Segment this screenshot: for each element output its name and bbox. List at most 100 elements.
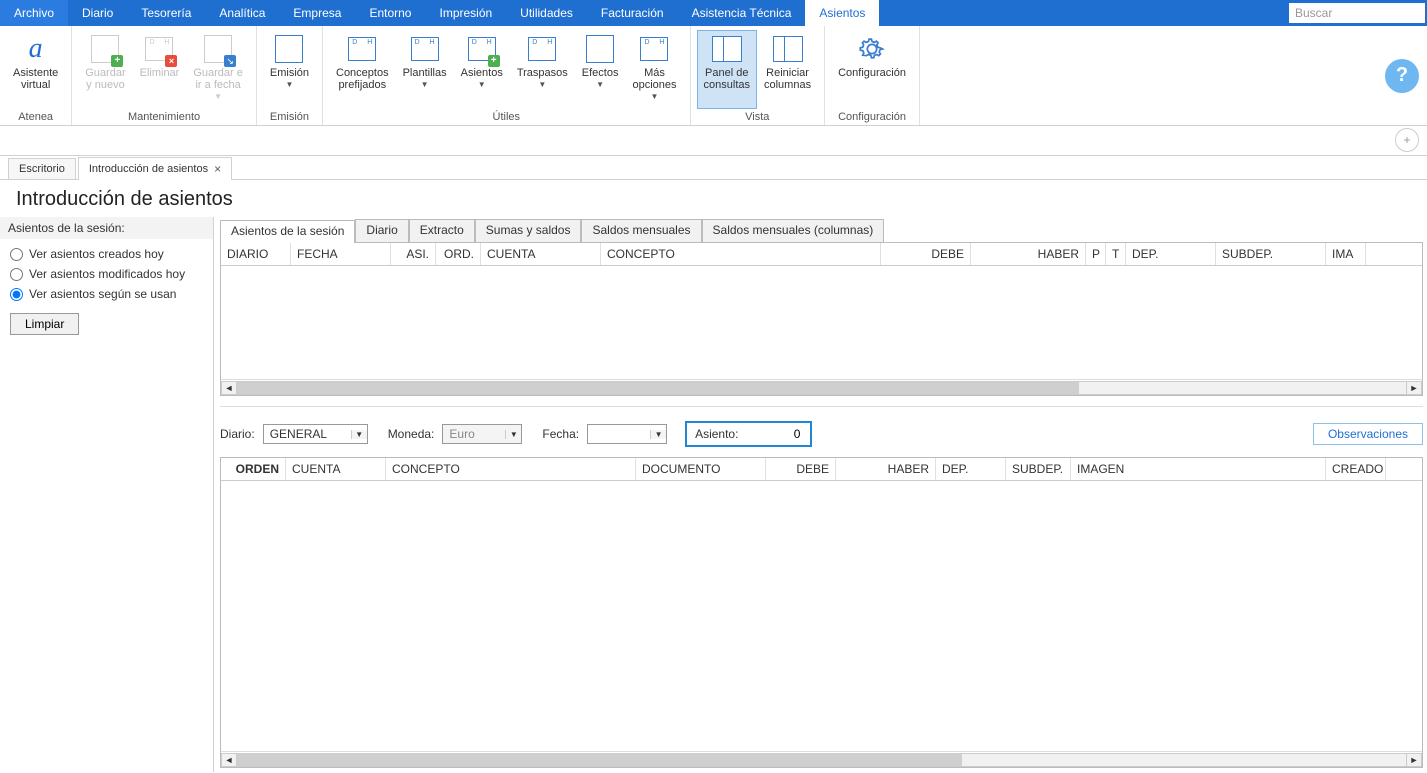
menu-anal-tica[interactable]: Analítica — [205, 0, 279, 26]
traspasos-button[interactable]: DHTraspasos▼ — [510, 30, 575, 109]
emision-button[interactable]: Emisión▼ — [263, 30, 316, 109]
add-tab-icon[interactable]: + — [1395, 128, 1419, 152]
entry-grid-hscroll[interactable]: ◄ ► — [221, 751, 1422, 767]
inner-tab[interactable]: Saldos mensuales — [581, 219, 701, 242]
plantillas-label: Plantillas — [403, 67, 447, 79]
menu-diario[interactable]: Diario — [68, 0, 127, 26]
guardar-ir-fecha-label: Guardar eir a fecha — [193, 67, 243, 91]
column-header[interactable]: CONCEPTO — [386, 458, 636, 480]
configuracion-icon — [856, 33, 888, 65]
column-header[interactable]: SUBDEP. — [1216, 243, 1326, 265]
session-grid-header: DIARIOFECHAASI.ORD.CUENTACONCEPTODEBEHAB… — [221, 243, 1422, 266]
plantillas-button[interactable]: DHPlantillas▼ — [396, 30, 454, 109]
panel-consultas-label: Panel deconsultas — [704, 67, 750, 91]
column-header[interactable]: DEP. — [1126, 243, 1216, 265]
moneda-combo[interactable]: Euro ▼ — [442, 424, 522, 444]
efectos-button[interactable]: Efectos▼ — [575, 30, 626, 109]
menu-empresa[interactable]: Empresa — [279, 0, 355, 26]
column-header[interactable]: CREADO — [1326, 458, 1386, 480]
column-header[interactable]: DEBE — [881, 243, 971, 265]
workspace-tab[interactable]: Introducción de asientos× — [78, 157, 232, 180]
inner-tab[interactable]: Extracto — [409, 219, 475, 242]
asientos-button[interactable]: DH+Asientos▼ — [454, 30, 510, 109]
column-header[interactable]: ASI. — [391, 243, 436, 265]
menu-asientos[interactable]: Asientos — [805, 0, 879, 26]
conceptos-prefijados-button[interactable]: DHConceptosprefijados — [329, 30, 396, 109]
radio-input[interactable] — [10, 248, 23, 261]
scroll-right-icon[interactable]: ► — [1406, 753, 1422, 767]
column-header[interactable]: DEBE — [766, 458, 836, 480]
asiento-field[interactable]: Asiento: — [685, 421, 812, 447]
menu-impresi-n[interactable]: Impresión — [425, 0, 506, 26]
filter-radio-1[interactable]: Ver asientos modificados hoy — [10, 267, 203, 281]
close-icon[interactable]: × — [214, 162, 221, 176]
column-header[interactable]: ORD. — [436, 243, 481, 265]
chevron-down-icon: ▼ — [478, 80, 486, 89]
column-header[interactable]: IMAGEN — [1071, 458, 1326, 480]
inner-tab[interactable]: Diario — [355, 219, 408, 242]
asistente-virtual-button[interactable]: aAsistentevirtual — [6, 30, 65, 109]
asistente-virtual-label: Asistentevirtual — [13, 67, 58, 91]
column-header[interactable]: DIARIO — [221, 243, 291, 265]
radio-input[interactable] — [10, 268, 23, 281]
observaciones-button[interactable]: Observaciones — [1313, 423, 1423, 445]
column-header[interactable]: DOCUMENTO — [636, 458, 766, 480]
menu-facturaci-n[interactable]: Facturación — [587, 0, 678, 26]
session-grid-hscroll[interactable]: ◄ ► — [221, 379, 1422, 395]
asistente-virtual-icon: a — [20, 33, 52, 65]
fecha-combo[interactable]: ▼ — [587, 424, 667, 444]
column-header[interactable]: HABER — [836, 458, 936, 480]
chevron-down-icon: ▼ — [538, 80, 546, 89]
efectos-icon — [584, 33, 616, 65]
diario-combo[interactable]: GENERAL ▼ — [263, 424, 368, 444]
menu-asistencia-t-cnica[interactable]: Asistencia Técnica — [678, 0, 806, 26]
inner-tab[interactable]: Sumas y saldos — [475, 219, 582, 242]
session-grid-body[interactable] — [221, 266, 1422, 379]
mas-opciones-button[interactable]: DHMásopciones▼ — [625, 30, 683, 109]
scroll-right-icon[interactable]: ► — [1406, 381, 1422, 395]
filter-radio-0[interactable]: Ver asientos creados hoy — [10, 247, 203, 261]
radio-input[interactable] — [10, 288, 23, 301]
column-header[interactable]: FECHA — [291, 243, 391, 265]
asiento-input[interactable] — [756, 426, 802, 442]
entry-grid-body[interactable] — [221, 481, 1422, 751]
scroll-track[interactable] — [237, 381, 1406, 395]
search-input[interactable]: Buscar — [1289, 3, 1425, 23]
scroll-thumb[interactable] — [237, 382, 1079, 394]
menu-entorno[interactable]: Entorno — [355, 0, 425, 26]
inner-tab[interactable]: Asientos de la sesión — [220, 220, 355, 243]
column-header[interactable]: T — [1106, 243, 1126, 265]
ribbon-group-label: Útiles — [329, 109, 684, 125]
filter-radio-2[interactable]: Ver asientos según se usan — [10, 287, 203, 301]
inner-tab[interactable]: Saldos mensuales (columnas) — [702, 219, 885, 242]
column-header[interactable]: CUENTA — [286, 458, 386, 480]
clear-button[interactable]: Limpiar — [10, 313, 79, 335]
scroll-thumb[interactable] — [237, 754, 962, 766]
column-header[interactable]: ORDEN — [221, 458, 286, 480]
column-header[interactable]: IMA — [1326, 243, 1366, 265]
right-pane: Asientos de la sesiónDiarioExtractoSumas… — [214, 217, 1427, 772]
panel-consultas-button[interactable]: Panel deconsultas — [697, 30, 757, 109]
column-header[interactable]: DEP. — [936, 458, 1006, 480]
ribbon-group-label: Configuración — [831, 109, 913, 125]
column-header[interactable]: P — [1086, 243, 1106, 265]
scroll-left-icon[interactable]: ◄ — [221, 753, 237, 767]
column-header[interactable]: HABER — [971, 243, 1086, 265]
chevron-down-icon[interactable]: ▼ — [650, 430, 666, 439]
column-header[interactable]: SUBDEP. — [1006, 458, 1071, 480]
menu-archivo[interactable]: Archivo — [0, 0, 68, 26]
scroll-left-icon[interactable]: ◄ — [221, 381, 237, 395]
menu-utilidades[interactable]: Utilidades — [506, 0, 587, 26]
reiniciar-columnas-button[interactable]: Reiniciarcolumnas — [757, 30, 818, 109]
menu-tesorer-a[interactable]: Tesorería — [127, 0, 205, 26]
chevron-down-icon[interactable]: ▼ — [351, 430, 367, 439]
chevron-down-icon[interactable]: ▼ — [505, 430, 521, 439]
column-header[interactable]: CUENTA — [481, 243, 601, 265]
scroll-track[interactable] — [237, 753, 1406, 767]
ribbon-group-emisi-n: Emisión▼Emisión — [257, 26, 323, 125]
help-icon[interactable]: ? — [1385, 59, 1419, 93]
configuracion-button[interactable]: Configuración — [831, 30, 913, 109]
column-header[interactable]: CONCEPTO — [601, 243, 881, 265]
workspace-tab[interactable]: Escritorio — [8, 158, 76, 179]
traspasos-label: Traspasos — [517, 67, 568, 79]
